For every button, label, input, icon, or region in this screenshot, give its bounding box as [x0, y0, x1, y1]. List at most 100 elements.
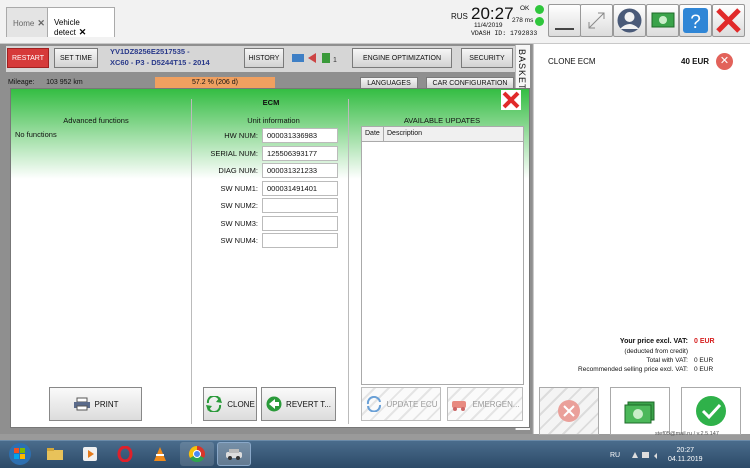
windows-icon — [9, 443, 31, 465]
field-row-diag: DIAG NUM: 000031321233 — [196, 162, 338, 180]
update-ecu-label: UPDATE ECU — [386, 399, 438, 409]
field-label: SW NUM1: — [220, 183, 259, 193]
total-label: Total with VAT: — [646, 357, 688, 364]
cancel-order-button[interactable] — [539, 387, 599, 435]
print-label: PRINT — [94, 399, 119, 409]
cancel-icon — [558, 400, 580, 422]
svg-text:?: ? — [690, 12, 701, 33]
minimize-button[interactable] — [548, 4, 581, 37]
folder-icon — [47, 448, 63, 460]
confirm-order-button[interactable] — [681, 387, 741, 435]
no-functions-text: No functions — [15, 130, 57, 139]
emergency-label: EMERGEN... — [472, 399, 520, 409]
keyboard-language[interactable]: RU — [610, 452, 620, 459]
money-icon — [624, 401, 655, 424]
field-row-sw2: SW NUM2: — [196, 197, 338, 215]
divider — [348, 99, 349, 424]
rec-price-label: Recommended selling price excl. VAT: — [578, 366, 688, 373]
exit-button[interactable] — [712, 4, 745, 37]
close-icon[interactable]: ✕ — [79, 27, 87, 37]
language-code: RUS — [451, 12, 468, 21]
taskbar-vdash[interactable] — [217, 442, 251, 466]
total-value: 0 EUR — [694, 357, 714, 364]
tab-vehicle-detect-label: Vehicle detect — [54, 18, 80, 37]
minimize-icon — [555, 28, 574, 30]
divider — [191, 99, 192, 424]
refresh-icon — [366, 396, 381, 412]
help-icon: ? — [683, 8, 708, 33]
vin: YV1DZ8256E2517535 - — [110, 47, 190, 56]
clone-button[interactable]: CLONE — [203, 387, 257, 421]
taskbar-vlc[interactable] — [143, 442, 177, 466]
device-count: 1 — [333, 57, 337, 64]
unit-info-title: Unit information — [247, 116, 300, 125]
vlc-icon — [154, 447, 166, 461]
credit-button[interactable] — [646, 4, 679, 37]
security-button[interactable]: SECURITY — [461, 48, 513, 68]
mileage-value: 103 952 km — [46, 79, 83, 86]
field-label: HW NUM: — [224, 131, 258, 141]
rec-price-value: 0 EUR — [694, 366, 714, 373]
latency: 278 ms — [512, 17, 534, 24]
your-price-label: Your price excl. VAT: — [619, 338, 688, 345]
checkmark-icon — [696, 396, 726, 426]
tab-home[interactable]: Home ✕ — [6, 7, 48, 37]
help-button[interactable]: ? — [679, 4, 712, 37]
user-button[interactable] — [613, 4, 646, 37]
taskbar-date: 04.11.2019 — [668, 456, 703, 463]
serial-num-field[interactable]: 125506393177 — [262, 145, 338, 161]
diag-num-field[interactable]: 000031321233 — [262, 163, 338, 179]
emergency-button[interactable]: EMERGEN... — [447, 387, 523, 421]
field-row-sw3: SW NUM3: — [196, 215, 338, 233]
clone-arrows-icon — [206, 396, 223, 412]
fullscreen-button[interactable] — [580, 4, 613, 37]
device-icons: 1 — [290, 50, 337, 66]
revert-button[interactable]: REVERT T... — [261, 387, 336, 421]
opera-icon — [117, 446, 133, 462]
sw-num4-field[interactable] — [262, 233, 338, 249]
money-icon — [651, 12, 675, 28]
revert-label: REVERT T... — [286, 399, 331, 409]
update-ecu-button[interactable]: UPDATE ECU — [361, 387, 441, 421]
column-date[interactable]: Date — [362, 127, 384, 141]
close-icon: ✕ — [719, 55, 730, 67]
ecm-dialog: ECM Advanced functions No functions Unit… — [10, 88, 530, 428]
restart-button[interactable]: RESTART — [7, 48, 49, 68]
resize-icon — [588, 12, 605, 29]
remove-item-button[interactable]: ✕ — [716, 53, 733, 70]
tab-home-label: Home — [13, 19, 35, 28]
set-time-button[interactable]: SET TIME — [54, 48, 98, 68]
engine-optimization-button[interactable]: ENGINE OPTIMIZATION — [352, 48, 452, 68]
hw-num-field[interactable]: 000031336983 — [262, 128, 338, 144]
column-description[interactable]: Description — [384, 127, 523, 141]
taskbar-clock[interactable]: 20:27 04.11.2019 — [668, 446, 703, 464]
print-button[interactable]: PRINT — [49, 387, 142, 421]
mileage-label: Mileage: — [8, 79, 35, 86]
tray-icons[interactable] — [630, 450, 664, 460]
field-label: SW NUM4: — [220, 236, 259, 246]
advanced-functions-title: Advanced functions — [63, 116, 129, 125]
basket-panel — [533, 44, 750, 434]
field-label: SERIAL NUM: — [210, 148, 258, 158]
close-icon[interactable]: ✕ — [37, 18, 45, 28]
taskbar-time: 20:27 — [676, 447, 695, 454]
sw-num2-field[interactable] — [262, 198, 338, 214]
account-footer: stef05@mail.ru / v.2.5.147 — [655, 431, 719, 437]
taskbar-opera[interactable] — [108, 442, 142, 466]
taskbar-chrome[interactable] — [180, 442, 214, 466]
clock-time: 20:27 — [471, 4, 514, 23]
taskbar-explorer[interactable] — [38, 442, 72, 466]
taskbar-media[interactable] — [73, 442, 107, 466]
start-button[interactable] — [2, 442, 38, 466]
car-icon — [226, 449, 242, 460]
tab-vehicle-detect[interactable]: Vehicle detect ✕ — [47, 7, 115, 37]
sw-num3-field[interactable] — [262, 215, 338, 231]
close-dialog-button[interactable] — [501, 90, 521, 110]
status-latency-icon — [535, 17, 544, 26]
deducted-note: (deducted from credit) — [624, 348, 688, 355]
history-button[interactable]: HISTORY — [244, 48, 284, 68]
service-progress: 57.2 % (206 d) — [155, 77, 275, 88]
pay-credit-button[interactable] — [610, 387, 670, 435]
sw-num1-field[interactable]: 000031491401 — [262, 180, 338, 196]
basket-label: BASKET — [517, 49, 527, 91]
